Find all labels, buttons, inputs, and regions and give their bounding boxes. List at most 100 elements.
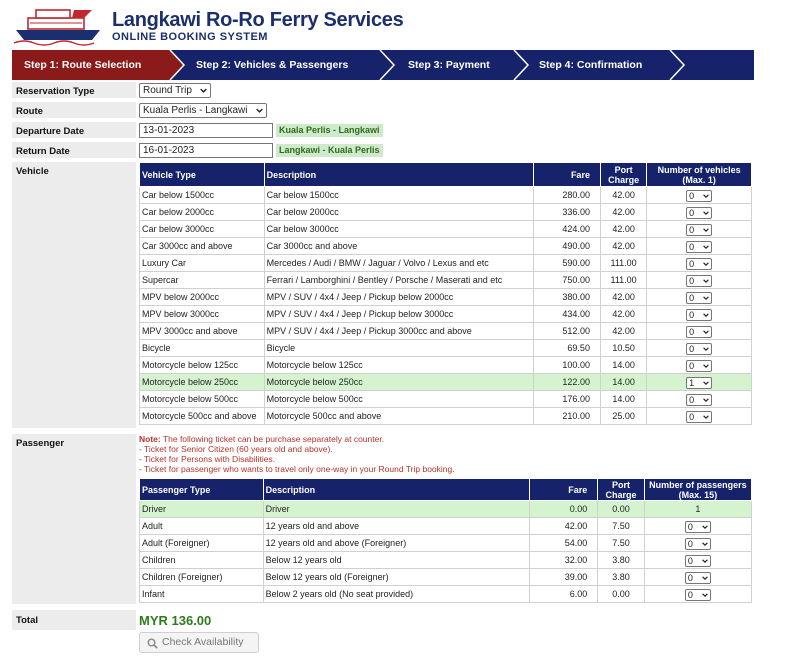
reservation-type-label: Reservation Type [16, 86, 95, 97]
quantity-value: 0 [689, 360, 695, 371]
col-number-of-passengers: Number of passengers (Max. 15) [643, 478, 753, 501]
quantity-value: 0 [687, 538, 693, 549]
chevron-down-icon [703, 415, 709, 419]
quantity-value: 0 [689, 411, 695, 422]
row-port-charge: 42.00 [599, 237, 648, 255]
table-row: Adult (Foreigner) 12 years old and above … [139, 534, 753, 552]
chevron-down-icon [256, 108, 263, 113]
row-port-charge: 3.80 [597, 551, 645, 569]
col-description: Description [263, 162, 534, 187]
vehicle-label: Vehicle [16, 166, 49, 177]
row-quantity-cell: 0 [646, 390, 752, 408]
quantity-select[interactable]: 0 [686, 257, 713, 270]
route-label: Route [16, 106, 43, 117]
quantity-value: 0 [687, 555, 693, 566]
quantity-select[interactable]: 0 [686, 325, 713, 338]
step-confirmation[interactable]: Step 4: Confirmation [539, 59, 642, 71]
quantity-select[interactable]: 0 [684, 554, 711, 567]
quantity-select[interactable]: 0 [686, 240, 713, 253]
row-port-charge: 0.00 [597, 500, 645, 518]
site-subtitle: ONLINE BOOKING SYSTEM [112, 31, 268, 43]
chevron-down-icon [703, 211, 709, 215]
row-fare: 434.00 [532, 305, 601, 323]
row-description: Below 12 years old (Foreigner) [262, 568, 531, 586]
table-row: Adult 12 years old and above 42.00 7.50 0 [139, 517, 753, 535]
departure-date-input[interactable]: 13-01-2023 [139, 123, 273, 138]
row-description: Motorcycle below 500cc [263, 390, 534, 408]
step-payment[interactable]: Step 3: Payment [408, 59, 490, 71]
reservation-type-select[interactable]: Round Trip [139, 83, 211, 98]
quantity-select[interactable]: 0 [686, 223, 713, 236]
quantity-select[interactable]: 0 [686, 308, 713, 321]
quantity-value: 0 [689, 292, 695, 303]
row-port-charge: 42.00 [599, 288, 648, 306]
site-title: Langkawi Ro-Ro Ferry Services [112, 9, 404, 31]
row-description: Car below 1500cc [263, 186, 534, 204]
col-port-charge: Port Charge [599, 162, 648, 187]
row-port-charge: 42.00 [599, 186, 648, 204]
quantity-value: 0 [689, 258, 695, 269]
quantity-select[interactable]: 0 [686, 274, 713, 287]
row-fare: 54.00 [529, 534, 599, 552]
quantity-select[interactable]: 0 [684, 571, 711, 584]
search-icon [147, 638, 158, 649]
table-row: Car below 1500cc Car below 1500cc 280.00 42… [139, 186, 752, 204]
quantity-select[interactable]: 0 [686, 410, 713, 423]
return-date-input[interactable]: 16-01-2023 [139, 143, 273, 158]
row-port-charge: 42.00 [599, 220, 648, 238]
row-port-charge: 25.00 [599, 407, 648, 425]
row-type: Motorcycle 500cc and above [139, 407, 265, 425]
quantity-value: 0 [689, 343, 695, 354]
row-type: Luxury Car [139, 254, 265, 272]
chevron-down-icon [703, 194, 709, 198]
quantity-value: 0 [689, 207, 695, 218]
reservation-type-value: Round Trip [143, 85, 192, 96]
row-port-charge: 7.50 [597, 534, 645, 552]
row-fare: 424.00 [532, 220, 601, 238]
row-description: Motorcycle below 250cc [263, 373, 534, 391]
site-header: Langkawi Ro-Ro Ferry Services ONLINE BOO… [12, 4, 752, 48]
quantity-select[interactable]: 0 [686, 342, 713, 355]
row-port-charge: 42.00 [599, 203, 648, 221]
row-fare: 100.00 [532, 356, 601, 374]
check-availability-button[interactable]: Check Availability [139, 632, 259, 653]
row-description: Car 3000cc and above [263, 237, 534, 255]
row-fare: 32.00 [529, 551, 599, 569]
row-description: 12 years old and above (Foreigner) [262, 534, 531, 552]
note-title: Note: [139, 434, 161, 444]
table-row: Children Below 12 years old 32.00 3.80 0 [139, 551, 753, 569]
chevron-down-icon [703, 364, 709, 368]
quantity-select[interactable]: 0 [686, 291, 713, 304]
row-type: Car below 1500cc [139, 186, 265, 204]
quantity-select[interactable]: 0 [686, 189, 713, 202]
row-description: Below 12 years old [262, 551, 531, 569]
row-type: Adult (Foreigner) [139, 534, 264, 552]
row-fare: 380.00 [532, 288, 601, 306]
departure-date-label: Departure Date [16, 126, 85, 137]
quantity-select[interactable]: 0 [684, 520, 711, 533]
row-type: MPV below 3000cc [139, 305, 265, 323]
step-route-selection[interactable]: Step 1: Route Selection [24, 59, 141, 71]
total-label: Total [16, 615, 38, 626]
row-quantity-cell: 0 [646, 186, 752, 204]
chevron-down-icon [702, 542, 708, 546]
quantity-select[interactable]: 0 [684, 537, 711, 550]
row-description: Ferrari / Lamborghini / Bentley / Porsch… [263, 271, 534, 289]
row-fare: 512.00 [532, 322, 601, 340]
row-quantity-cell: 0 [646, 407, 752, 425]
note-line: The following ticket can be purchase sep… [160, 434, 385, 444]
route-select[interactable]: Kuala Perlis - Langkawi [139, 103, 267, 118]
quantity-select[interactable]: 1 [686, 376, 713, 389]
row-fare: 210.00 [532, 407, 601, 425]
passenger-label: Passenger [16, 438, 65, 449]
quantity-select[interactable]: 0 [684, 588, 711, 601]
chevron-down-icon [703, 330, 709, 334]
quantity-select[interactable]: 0 [686, 393, 713, 406]
row-description: MPV / SUV / 4x4 / Jeep / Pickup below 30… [263, 305, 534, 323]
quantity-select[interactable]: 0 [686, 206, 713, 219]
row-quantity-cell: 0 [646, 271, 752, 289]
quantity-select[interactable]: 0 [686, 359, 713, 372]
step-vehicles-passengers[interactable]: Step 2: Vehicles & Passengers [196, 59, 348, 71]
row-description: 12 years old and above [262, 517, 531, 535]
passenger-table: Passenger Type Description Fare Port Cha… [139, 478, 753, 603]
